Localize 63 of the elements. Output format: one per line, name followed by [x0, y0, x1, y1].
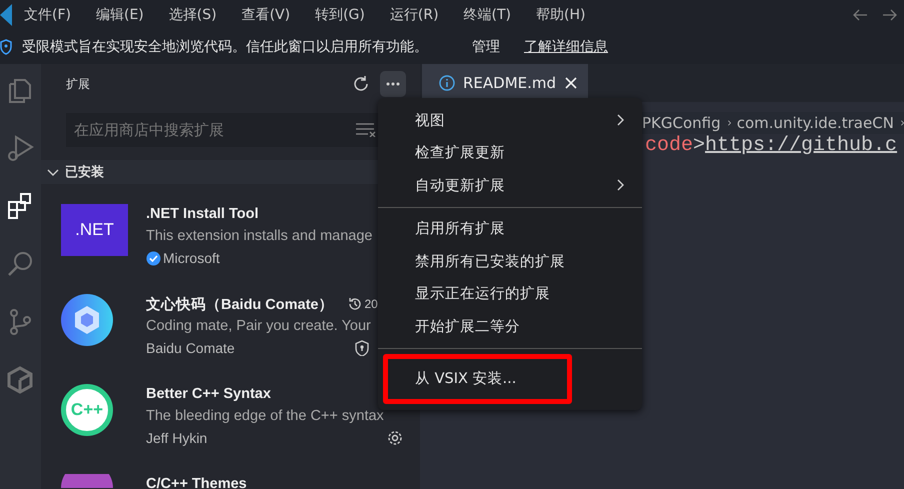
refresh-icon[interactable]: [352, 75, 370, 93]
search-icon[interactable]: [7, 250, 34, 278]
close-icon[interactable]: [564, 76, 578, 90]
settings-icon[interactable]: [387, 430, 403, 446]
tag-name: code: [645, 134, 694, 157]
installed-section-header[interactable]: 已安装: [41, 160, 378, 184]
ellipsis-icon: [386, 82, 400, 86]
learn-more-link[interactable]: 了解详细信息: [524, 38, 608, 56]
breadcrumb-item[interactable]: PKGConfig: [642, 114, 721, 132]
recent-count: 20: [364, 297, 378, 311]
cube-icon[interactable]: [7, 366, 34, 394]
publisher-name: Jeff Hykin: [146, 430, 208, 446]
menu-item[interactable]: 显示正在运行的扩展: [378, 278, 642, 310]
info-icon: [439, 75, 455, 91]
dotnet-logo: .NET: [61, 204, 128, 256]
menu-item[interactable]: 从 VSIX 安装...: [383, 354, 572, 404]
extension-name[interactable]: 文心快码（Baidu Comate）: [146, 294, 334, 314]
menu-item[interactable]: 检查扩展更新: [378, 136, 642, 169]
extension-name[interactable]: C/C++ Themes: [146, 476, 247, 489]
menu-item[interactable]: 视图: [378, 104, 642, 136]
extension-description: Coding mate, Pair you create. Your: [146, 317, 372, 336]
chevron-right-icon: [615, 179, 624, 192]
history-icon: [348, 297, 362, 311]
shield-icon[interactable]: [354, 340, 370, 356]
cpp-logo: C++: [61, 384, 113, 436]
menu-item[interactable]: 编辑(E): [96, 6, 144, 24]
files-icon[interactable]: [7, 76, 34, 104]
menu-item[interactable]: 转到(G): [315, 6, 365, 24]
publisher-name: Baidu Comate: [146, 340, 235, 356]
extension-name[interactable]: Better C++ Syntax: [146, 386, 271, 402]
extension-name[interactable]: .NET Install Tool: [146, 206, 259, 222]
publisher-name: Microsoft: [163, 250, 220, 266]
menu-item[interactable]: 终端(T): [464, 6, 512, 24]
filter-icon: [356, 123, 376, 137]
menu-item[interactable]: 自动更新扩展: [378, 169, 642, 202]
back-arrow-icon[interactable]: [852, 8, 868, 22]
app-logo-icon: [0, 4, 12, 26]
menu-item[interactable]: 开始扩展二等分: [378, 310, 642, 342]
menu-item[interactable]: 运行(R): [390, 6, 439, 24]
shield-icon: [0, 39, 12, 55]
more-actions-button[interactable]: [380, 71, 406, 97]
menu-item[interactable]: 文件(F): [24, 6, 71, 24]
menu-item[interactable]: 帮助(H): [536, 6, 586, 24]
angle-bracket: >: [693, 134, 706, 157]
menu-item[interactable]: 查看(V): [242, 6, 290, 24]
run-debug-icon[interactable]: [7, 134, 34, 162]
menu-item[interactable]: 启用所有扩展: [378, 212, 642, 245]
extension-description: The bleeding edge of the C++ syntax: [146, 407, 385, 426]
extension-description: This extension installs and manage: [146, 227, 374, 246]
extensions-icon[interactable]: [7, 192, 34, 220]
manage-button[interactable]: 管理: [472, 38, 500, 56]
chevron-right-icon: [615, 114, 624, 126]
search-field[interactable]: 在应用商店中搜索扩展: [66, 113, 378, 147]
forward-arrow-icon[interactable]: [882, 8, 898, 22]
circle-logo-icon: [61, 474, 113, 488]
menu-item[interactable]: 禁用所有已安装的扩展: [378, 245, 642, 278]
restricted-mode-message: 受限模式旨在实现安全地浏览代码。信任此窗口以启用所有功能。: [22, 38, 428, 56]
source-control-icon[interactable]: [7, 308, 34, 336]
cube-logo-icon: [61, 294, 113, 346]
breadcrumb-item[interactable]: com.unity.ide.traeCN: [736, 114, 894, 132]
menu-item[interactable]: 选择(S): [168, 6, 217, 24]
sidebar-title: 扩展: [66, 76, 91, 92]
url-link[interactable]: https://github.c: [705, 134, 898, 157]
